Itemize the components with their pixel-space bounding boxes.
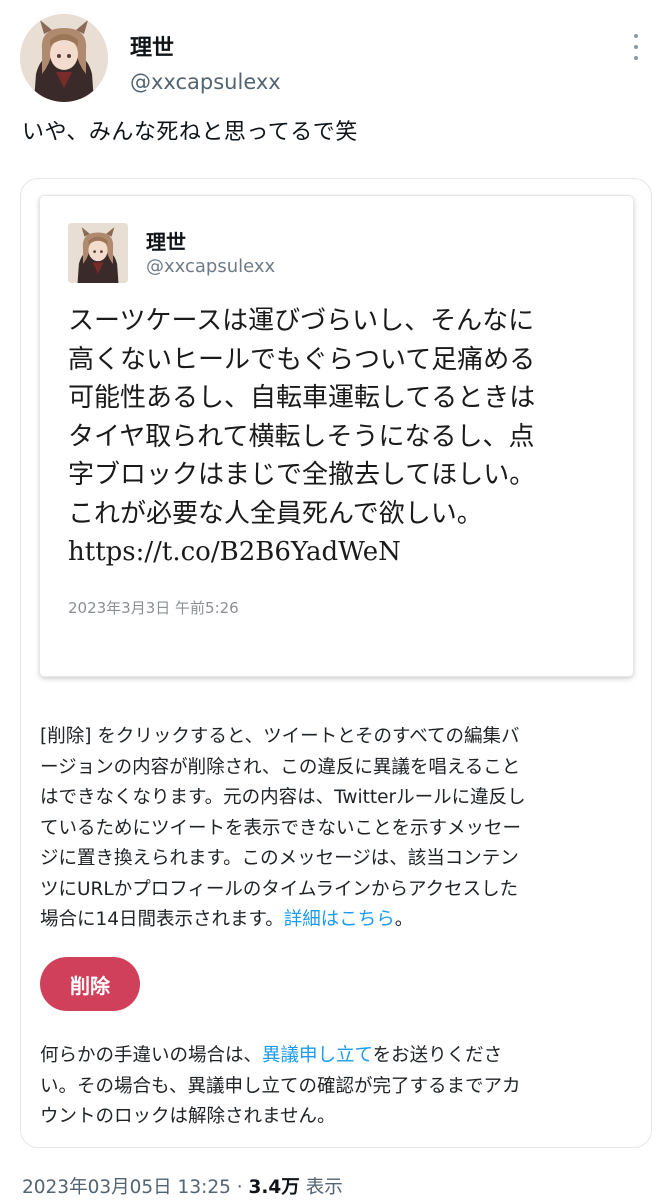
tweet-timestamp[interactable]: 2023年03月05日 13:25 [22,1177,231,1198]
meta-separator: · [236,1177,243,1198]
details-link[interactable]: 詳細はこちら [284,909,395,930]
notice-line: ツにURLかプロフィールのタイムラインからアクセスした [40,878,519,900]
display-name[interactable]: 理世 [130,30,174,62]
avatar-illustration-icon [68,223,128,283]
avatar[interactable] [20,14,108,102]
embedded-text-line: タイヤ取られて横転しそうになるし、点 [68,421,535,452]
appeal-line: 何らかの手違いの場合は、異議申し立てをお送りくださ [40,1041,640,1072]
embedded-url: https://t.co/B2B6YadWeN [68,537,401,567]
notice-line: ているためにツイートを表示できないことを示すメッセー [40,817,522,839]
notice-line: はできなくなります。元の内容は、Twitterルールに違反し [40,787,526,808]
appeal-line-end: をお送りくださ [372,1045,503,1066]
notice-line: 場合に14日間表示されます。詳細はこちら。 [40,905,640,936]
notice-line: ージョンの内容が削除され、この違反に異議を唱えること [40,756,521,778]
more-vertical-icon[interactable] [626,30,646,64]
embedded-tweet-date: 2023年3月3日 午前5:26 [68,599,239,617]
embedded-text-line: 字ブロックはまじで全撤去してほしい。 [68,460,536,490]
appeal-paragraph: 何らかの手違いの場合は、異議申し立てをお送りくださ い。その場合も、異議申し立て… [40,1041,640,1133]
embedded-tweet-text: スーツケースは運びづらいし、そんなに 高くないヒールでもぐらついて足痛める 可能… [68,302,613,572]
appeal-link[interactable]: 異議申し立て [262,1045,373,1066]
embedded-avatar [68,223,128,283]
appeal-line: ウントのロックは解除されません。 [40,1106,336,1127]
views-label: 表示 [305,1177,343,1198]
embedded-display-name: 理世 [146,230,186,254]
notice-last-line-text: 場合に14日間表示されます。 [40,909,284,930]
appeal-line-start: 何らかの手違いの場合は、 [40,1045,263,1066]
embedded-text-line: 高くないヒールでもぐらついて足痛める [68,344,536,375]
embedded-text-line: 可能性あるし、自転車運転してるときは [68,383,536,413]
delete-button[interactable]: 削除 [40,957,140,1011]
views-count: 3.4万 [248,1177,300,1198]
notice-paragraph: [削除] をクリックすると、ツイートとそのすべての編集バ ージョンの内容が削除さ… [40,722,640,936]
avatar-illustration-icon [20,14,108,102]
appeal-line: い。その場合も、異議申し立ての確認が完了するまでアカ [40,1075,521,1097]
tweet-text: いや、みんな死ねと思ってるで笑 [22,120,358,145]
tweet-meta: 2023年03月05日 13:25 · 3.4万 表示 [22,1173,343,1199]
notice-line: [削除] をクリックすると、ツイートとそのすべての編集バ [40,726,520,747]
notice-last-line-end: 。 [394,909,414,930]
embedded-text-line: これが必要な人全員死んで欲しい。 [68,498,483,529]
notice-line: ジに置き換えられます。このメッセージは、該当コンテン [40,848,519,869]
embedded-user-handle: @xxcapsulexx [146,256,276,277]
embedded-text-line: スーツケースは運びづらいし、そんなに [68,306,535,336]
user-handle[interactable]: @xxcapsulexx [130,70,281,94]
